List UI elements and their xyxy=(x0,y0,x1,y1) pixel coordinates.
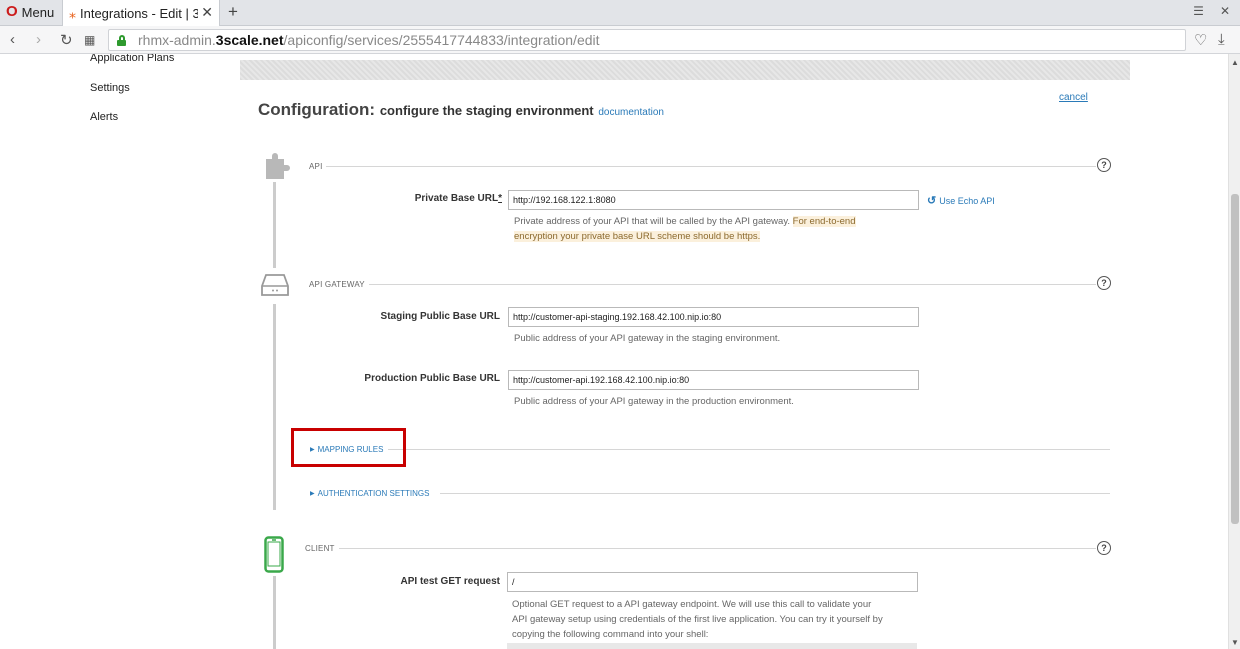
bookmark-heart-icon[interactable]: ♡ xyxy=(1194,31,1207,49)
page-title: Configuration: configure the staging env… xyxy=(258,100,664,120)
gateway-section-divider xyxy=(369,284,1096,285)
cancel-link[interactable]: cancel xyxy=(1059,92,1088,103)
client-help-icon[interactable]: ? xyxy=(1097,541,1111,555)
browser-tab-bar: O Menu ⁎ Integrations - Edit | 3 ✕ + ☰ ✕ xyxy=(0,0,1240,26)
url-host: 3scale.net xyxy=(215,32,284,48)
api-test-hint-line-1: Optional GET request to a API gateway en… xyxy=(512,599,872,610)
timeline-segment-api xyxy=(273,182,276,268)
close-tab-icon[interactable]: ✕ xyxy=(201,4,213,21)
api-section-divider xyxy=(326,166,1096,167)
production-url-hint: Public address of your API gateway in th… xyxy=(514,396,794,407)
client-section-label: CLIENT xyxy=(305,544,335,553)
new-tab-icon[interactable]: + xyxy=(228,2,238,22)
browser-tab-active[interactable]: ⁎ Integrations - Edit | 3 ✕ xyxy=(62,0,220,26)
tab-menu-icon[interactable]: ☰ xyxy=(1193,4,1204,18)
tab-favicon-icon: ⁎ xyxy=(69,4,76,21)
url-path: /apiconfig/services/2555417744833/integr… xyxy=(283,32,600,48)
client-section-divider xyxy=(339,548,1096,549)
staging-url-input[interactable] xyxy=(508,307,919,327)
url-field[interactable]: rhmx-admin. 3scale.net/apiconfig/services… xyxy=(108,29,1186,51)
staging-url-hint: Public address of your API gateway in th… xyxy=(514,333,781,344)
auth-settings-divider xyxy=(440,493,1110,494)
staging-url-label: Staging Public Base URL xyxy=(380,311,500,322)
back-icon[interactable]: ‹ xyxy=(10,31,15,48)
opera-logo-icon: O xyxy=(6,3,18,20)
progress-stripe-bar xyxy=(240,60,1130,80)
server-drive-icon xyxy=(261,274,289,296)
mobile-phone-icon xyxy=(264,536,284,573)
private-base-url-input[interactable] xyxy=(508,190,919,210)
api-test-request-hint: Optional GET request to a API gateway en… xyxy=(512,597,932,642)
puzzle-piece-icon xyxy=(266,153,290,179)
speed-dial-icon[interactable]: ▦ xyxy=(84,33,95,47)
secure-lock-icon xyxy=(117,34,126,46)
curl-command-box xyxy=(507,643,917,649)
tab-title: Integrations - Edit | 3 xyxy=(80,5,198,21)
mapping-rules-highlight xyxy=(291,428,406,467)
browser-menu-label: Menu xyxy=(21,4,55,20)
authentication-settings-toggle[interactable]: ▶ AUTHENTICATION SETTINGS xyxy=(310,489,429,498)
sidebar-item-settings[interactable]: Settings xyxy=(90,82,130,94)
required-marker: * xyxy=(498,193,502,204)
production-url-label: Production Public Base URL xyxy=(364,373,500,384)
reload-icon[interactable]: ↻ xyxy=(60,31,73,49)
authentication-settings-label: AUTHENTICATION SETTINGS xyxy=(317,489,430,498)
close-window-icon[interactable]: ✕ xyxy=(1220,4,1230,18)
forward-icon[interactable]: › xyxy=(36,31,41,48)
mapping-rules-divider xyxy=(388,449,1110,450)
page-subtitle: configure the staging environment xyxy=(379,103,594,118)
scroll-up-icon[interactable]: ▲ xyxy=(1231,58,1239,67)
download-icon[interactable]: ⤓ xyxy=(1218,31,1225,48)
api-test-request-label: API test GET request xyxy=(400,576,500,587)
undo-arrow-icon: ↺ xyxy=(927,195,937,207)
private-url-hint: Private address of your API that will be… xyxy=(514,214,914,244)
page-scrollbar[interactable]: ▲ ▼ xyxy=(1228,54,1240,649)
browser-address-bar: ‹ › ↻ ▦ rhmx-admin. 3scale.net/apiconfig/… xyxy=(0,26,1240,54)
use-echo-api-label: Use Echo API xyxy=(939,195,995,206)
scrollbar-thumb[interactable] xyxy=(1231,194,1239,524)
window-controls: ☰ ✕ xyxy=(1193,4,1230,18)
sidebar-item-alerts[interactable]: Alerts xyxy=(90,111,118,123)
private-url-hint-highlight-1: For end-to-end xyxy=(792,216,856,227)
scroll-down-icon[interactable]: ▼ xyxy=(1231,638,1239,647)
use-echo-api-link[interactable]: ↺ Use Echo API xyxy=(927,194,995,207)
browser-menu-button[interactable]: O Menu xyxy=(6,4,54,20)
url-prefix: rhmx-admin. xyxy=(138,32,216,48)
timeline-segment-client xyxy=(273,576,276,649)
api-help-icon[interactable]: ? xyxy=(1097,158,1111,172)
page-content: Application Plans Settings Alerts Config… xyxy=(0,54,1228,649)
private-url-hint-plain: Private address of your API that will be… xyxy=(514,216,791,227)
api-test-request-input[interactable] xyxy=(507,572,918,592)
private-url-hint-highlight-2: encryption your private base URL scheme … xyxy=(514,231,761,242)
gateway-help-icon[interactable]: ? xyxy=(1097,276,1111,290)
api-test-hint-line-2: API gateway setup using credentials of t… xyxy=(512,614,883,625)
timeline-segment-gateway xyxy=(273,304,276,510)
api-test-hint-line-3: copying the following command into your … xyxy=(512,629,709,640)
private-base-url-label-text: Private Base URL xyxy=(414,193,499,204)
documentation-link[interactable]: documentation xyxy=(598,107,664,118)
page-title-main: Configuration: xyxy=(258,100,376,119)
sidebar-item-application-plans[interactable]: Application Plans xyxy=(90,54,174,64)
caret-right-icon: ▶ xyxy=(310,491,315,497)
private-base-url-label: Private Base URL* xyxy=(380,193,502,204)
gateway-section-label: API GATEWAY xyxy=(309,280,365,289)
production-url-input[interactable] xyxy=(508,370,919,390)
api-section-label: API xyxy=(309,162,323,171)
